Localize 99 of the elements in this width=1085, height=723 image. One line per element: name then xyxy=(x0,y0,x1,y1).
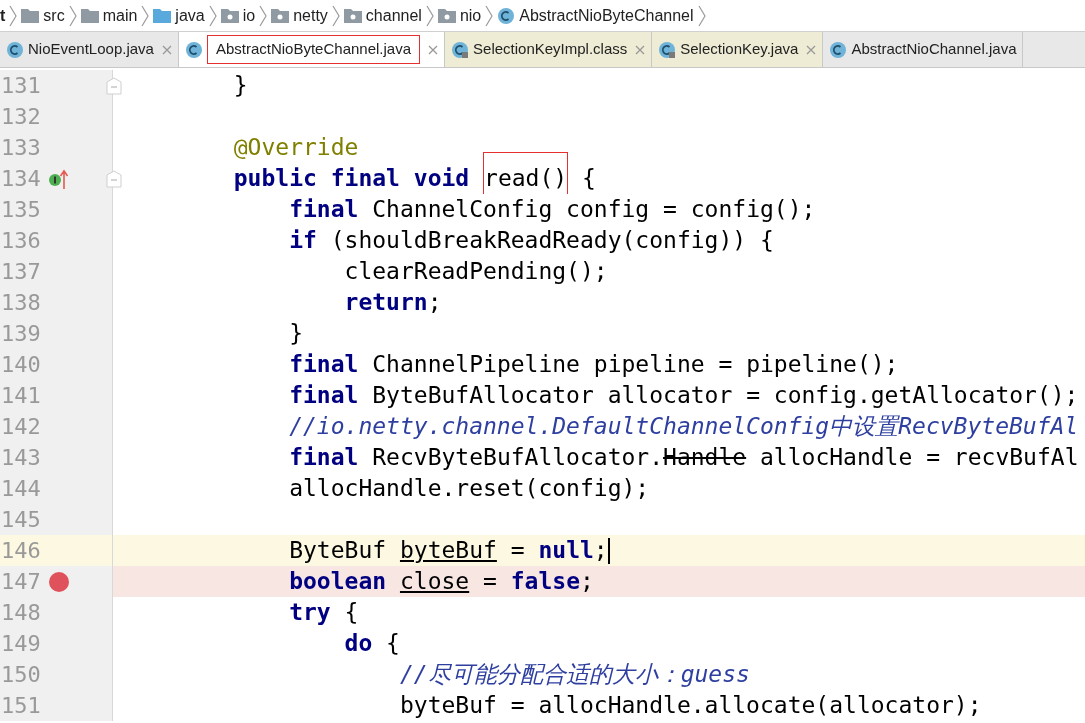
folder-icon xyxy=(21,8,40,23)
chevron-icon xyxy=(208,4,217,27)
breadcrumb-item[interactable]: netty xyxy=(293,3,328,28)
code-token: allocHandle = recvBufAl xyxy=(759,443,1079,473)
breadcrumb-item[interactable]: main xyxy=(102,3,138,28)
line-number: 144 xyxy=(0,475,42,503)
code-token: ; xyxy=(427,288,442,318)
code-token: ByteBufAllocator allocator = config.getAllocator(); xyxy=(371,381,1079,411)
line-number: 149 xyxy=(0,630,42,658)
code-token: = xyxy=(509,536,526,566)
fold-icon[interactable] xyxy=(106,76,122,95)
class-icon xyxy=(6,40,24,59)
breadcrumb-item[interactable]: io xyxy=(242,3,256,28)
close-icon[interactable] xyxy=(428,44,439,55)
line-number: 134 xyxy=(0,165,42,193)
line-number: 133 xyxy=(0,134,42,162)
folder-icon xyxy=(80,8,99,23)
line-number: 146 xyxy=(0,537,42,565)
chevron-icon xyxy=(9,4,18,27)
code-token: public final void xyxy=(232,164,471,194)
line-number: 139 xyxy=(0,320,42,348)
code-token: //尽可能分配合适的大小：guess xyxy=(398,660,750,690)
chevron-icon xyxy=(485,4,494,27)
code-token: RecvByteBufAllocator. xyxy=(371,443,664,473)
code-token: Handle xyxy=(663,443,747,473)
breadcrumb-item[interactable]: AbstractNioByteChannel xyxy=(519,3,694,28)
code-token: boolean xyxy=(288,567,388,597)
line-number: 143 xyxy=(0,444,42,472)
breadcrumb-item[interactable]: java xyxy=(175,3,205,28)
line-number: 147 xyxy=(0,568,42,596)
editor-tab[interactable]: SelectionKeyImpl.class xyxy=(445,32,653,67)
chevron-icon xyxy=(331,4,340,27)
code-token: ByteBuf xyxy=(288,536,388,566)
code-token: final xyxy=(288,381,359,411)
code-token: final xyxy=(288,443,359,473)
chevron-icon xyxy=(259,4,268,27)
close-icon[interactable] xyxy=(806,44,817,55)
code-token: ; xyxy=(593,536,608,566)
chevron-icon xyxy=(68,4,77,27)
code-token: try xyxy=(288,598,331,628)
line-number: 148 xyxy=(0,599,42,627)
close-icon[interactable] xyxy=(161,44,172,55)
code-token: return xyxy=(343,288,428,318)
line-number: 135 xyxy=(0,196,42,224)
code-token: clearReadPending(); xyxy=(343,257,608,287)
chevron-icon xyxy=(697,4,706,27)
code-token: byteBuf = allocHandle.allocate(allocator); xyxy=(398,691,982,721)
code-token: allocHandle.reset(config); xyxy=(288,474,650,504)
package-icon xyxy=(343,8,362,23)
code-token: close xyxy=(399,567,470,597)
line-number: 145 xyxy=(0,506,42,534)
package-icon xyxy=(437,8,456,23)
code-token: ChannelPipeline pipeline = pipeline(); xyxy=(371,350,899,380)
code-token: { xyxy=(343,598,359,628)
class-icon xyxy=(184,40,203,59)
line-number: 131 xyxy=(0,72,42,100)
line-number: 136 xyxy=(0,227,42,255)
line-number: 140 xyxy=(0,351,42,379)
line-number: 150 xyxy=(0,661,42,689)
breadcrumb-item[interactable]: src xyxy=(43,3,65,28)
editor-tab[interactable]: AbstractNioByteChannel.java xyxy=(178,32,446,67)
breadcrumb-item[interactable]: t xyxy=(0,3,6,28)
code-token: do xyxy=(343,629,373,659)
code-token: = xyxy=(482,567,498,597)
code-token: final xyxy=(288,350,359,380)
code-token: null xyxy=(538,536,594,566)
code-token: { xyxy=(385,629,400,659)
close-icon[interactable] xyxy=(635,44,646,55)
code-token: //io.netty.channel.DefaultChannelConfig中设置RecvByteBufAl xyxy=(288,412,1079,442)
folder-icon xyxy=(153,8,172,23)
class-icon xyxy=(829,40,848,59)
line-number: 141 xyxy=(0,382,42,410)
implements-icon[interactable] xyxy=(48,167,70,190)
code-token: (shouldBreakReadReady(config)) { xyxy=(329,226,774,256)
package-icon xyxy=(271,8,290,23)
code-token: @Override xyxy=(232,133,359,163)
breadcrumb-item[interactable]: channel xyxy=(365,3,422,28)
code-token: { xyxy=(580,164,596,194)
class-icon xyxy=(497,6,516,25)
code-token: final xyxy=(288,195,359,225)
line-number: 137 xyxy=(0,258,42,286)
code-token: } xyxy=(288,319,303,349)
locked-class-icon xyxy=(451,40,470,59)
package-icon xyxy=(220,8,239,23)
code-token: } xyxy=(232,71,248,101)
code-token: false xyxy=(510,567,580,597)
chevron-icon xyxy=(425,4,434,27)
line-number: 142 xyxy=(0,413,42,441)
breadcrumb-item[interactable]: nio xyxy=(459,3,482,28)
line-number: 138 xyxy=(0,289,42,317)
line-number: 151 xyxy=(0,692,42,720)
locked-class-icon xyxy=(658,40,677,59)
chevron-icon xyxy=(141,4,150,27)
fold-icon[interactable] xyxy=(106,169,122,188)
editor-tab[interactable]: SelectionKey.java xyxy=(652,32,824,67)
code-token: byteBuf xyxy=(399,536,497,566)
line-number: 132 xyxy=(0,103,42,131)
code-token: if xyxy=(288,226,317,256)
code-token: ; xyxy=(580,567,594,597)
